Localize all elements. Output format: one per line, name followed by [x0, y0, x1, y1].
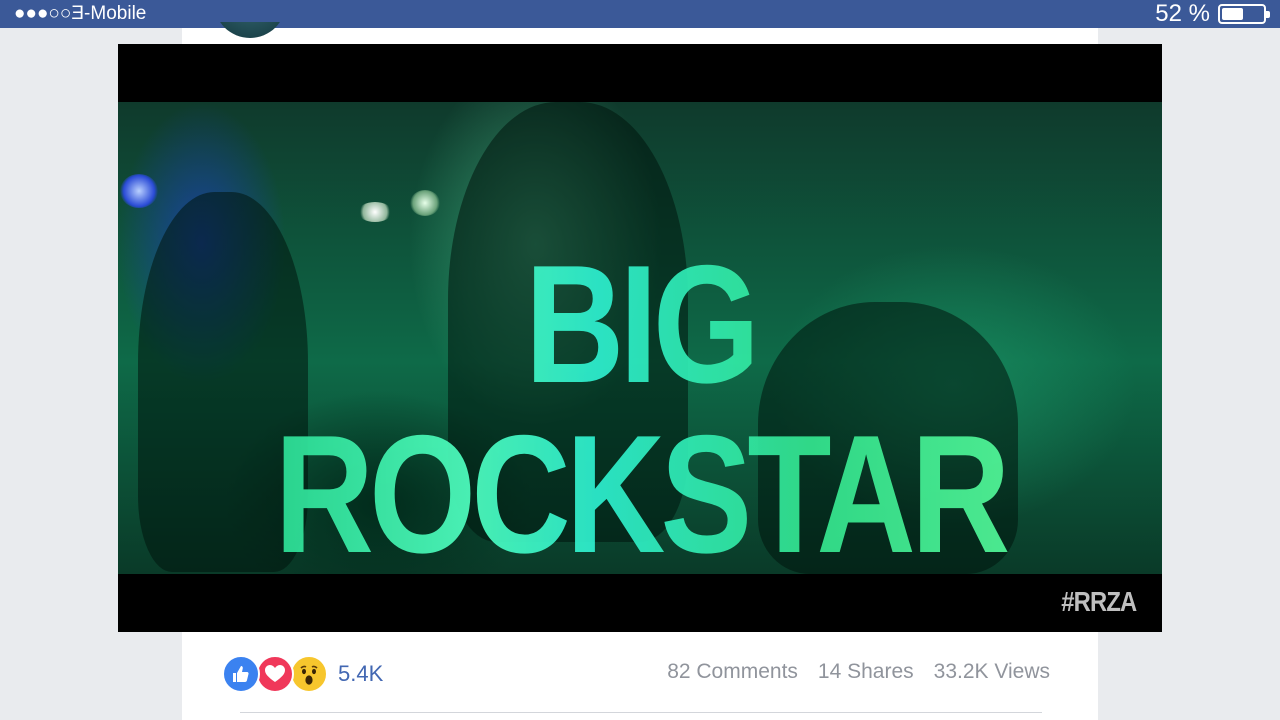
battery-indicator: 52 % — [1155, 0, 1270, 28]
reaction-count[interactable]: 5.4K — [338, 661, 383, 687]
love-icon[interactable] — [256, 655, 294, 693]
divider — [240, 712, 1042, 713]
comments-count[interactable]: 82 Comments — [667, 660, 798, 684]
video-player[interactable]: BIG ROCKSTAR #RRZA — [118, 44, 1162, 632]
stage-light-right — [410, 190, 440, 216]
like-icon[interactable] — [222, 655, 260, 693]
thumbs-up-icon — [233, 666, 249, 682]
avatar[interactable] — [214, 22, 286, 38]
reaction-summary[interactable]: 5.4K — [222, 654, 383, 694]
battery-percent: 52 % — [1155, 0, 1210, 27]
battery-nub — [1266, 11, 1270, 18]
status-bar: ●●●○○Ǝ-Mobile 52 % — [0, 0, 1280, 28]
carrier-signal: ●●●○○Ǝ-Mobile — [14, 3, 147, 24]
stage-light-blue — [120, 174, 158, 208]
heart-icon — [265, 665, 285, 682]
stage-light-white — [358, 202, 392, 222]
video-hashtag: #RRZA — [1060, 586, 1137, 617]
video-headline: BIG ROCKSTAR — [212, 239, 1068, 579]
battery-icon — [1218, 4, 1270, 24]
wow-face-icon — [300, 665, 318, 685]
battery-fill — [1222, 8, 1243, 20]
post-stats: 82 Comments 14 Shares 33.2K Views — [647, 657, 1050, 687]
avatar-image — [214, 22, 286, 38]
views-count: 33.2K Views — [933, 660, 1050, 683]
wow-icon[interactable] — [290, 655, 328, 693]
shares-count[interactable]: 14 Shares — [818, 660, 914, 684]
